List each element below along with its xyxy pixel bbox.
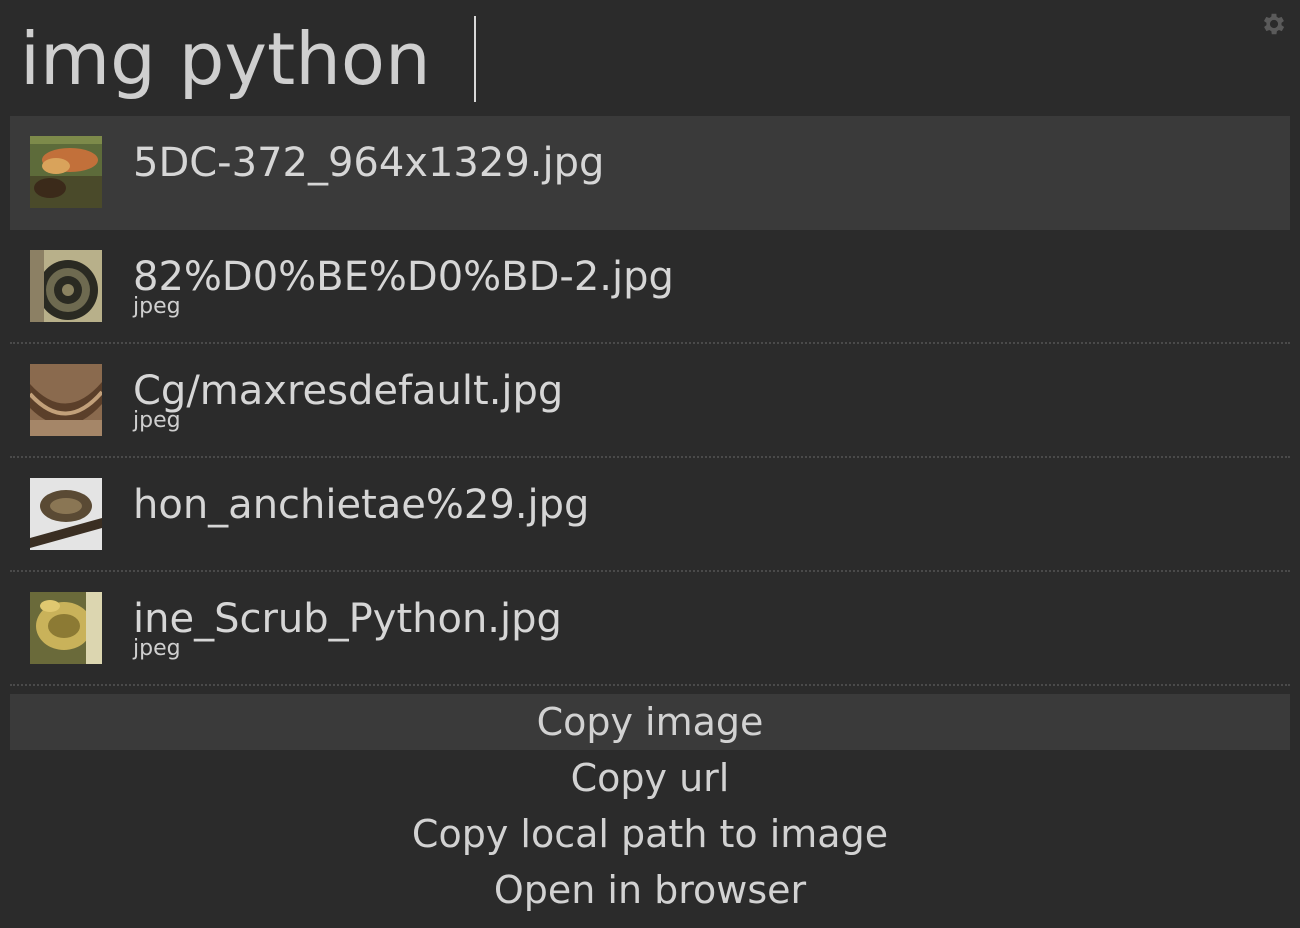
results-list: 5DC-372_964x1329.jpg 82%D0%BE%D0%BD-2.jp…: [10, 116, 1290, 686]
result-title: Cg/maxresdefault.jpg: [133, 368, 564, 414]
result-thumbnail: [30, 250, 102, 322]
result-title: ine_Scrub_Python.jpg: [133, 596, 562, 642]
result-item[interactable]: 5DC-372_964x1329.jpg: [10, 116, 1290, 230]
result-thumbnail: [30, 592, 102, 664]
result-title: 82%D0%BE%D0%BD-2.jpg: [133, 254, 674, 300]
open-in-browser-action[interactable]: Open in browser: [10, 862, 1290, 918]
result-thumbnail: [30, 136, 102, 208]
actions-list: Copy image Copy url Copy local path to i…: [10, 694, 1290, 918]
settings-button[interactable]: [1258, 10, 1290, 42]
result-thumbnail: [30, 478, 102, 550]
launcher-window: img python 5DC-372_964x1329.jpg 82%D0%BE…: [0, 0, 1300, 928]
result-subtitle: jpeg: [133, 294, 181, 319]
result-title: 5DC-372_964x1329.jpg: [133, 140, 605, 186]
copy-image-action[interactable]: Copy image: [10, 694, 1290, 750]
result-item[interactable]: 82%D0%BE%D0%BD-2.jpg jpeg: [10, 230, 1290, 344]
result-subtitle: jpeg: [133, 636, 181, 661]
result-thumbnail: [30, 364, 102, 436]
text-cursor: [474, 16, 476, 102]
copy-url-action[interactable]: Copy url: [10, 750, 1290, 806]
result-title: hon_anchietae%29.jpg: [133, 482, 590, 528]
search-bar: img python: [0, 0, 1300, 112]
search-input[interactable]: img python: [20, 14, 431, 104]
result-item[interactable]: ine_Scrub_Python.jpg jpeg: [10, 572, 1290, 686]
result-subtitle: jpeg: [133, 408, 181, 433]
result-item[interactable]: hon_anchietae%29.jpg: [10, 458, 1290, 572]
result-item[interactable]: Cg/maxresdefault.jpg jpeg: [10, 344, 1290, 458]
gear-icon: [1260, 10, 1288, 42]
copy-local-path-action[interactable]: Copy local path to image: [10, 806, 1290, 862]
